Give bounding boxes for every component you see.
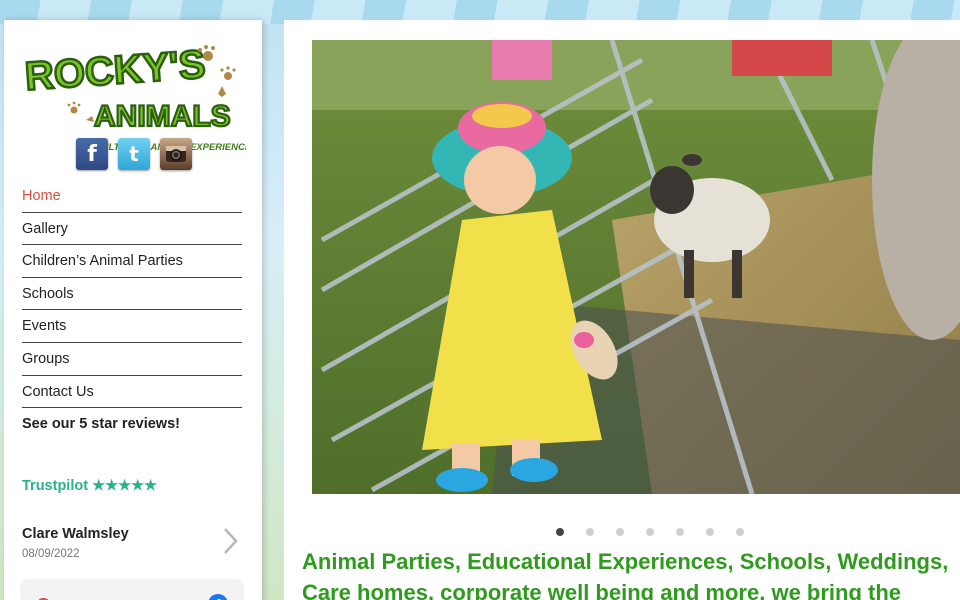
nav-item-events[interactable]: Events [22, 310, 242, 343]
reviews-link[interactable]: See our 5 star reviews! [22, 408, 242, 440]
sidebar: ROCKY'S ANIMALS THE ULTIMATE ANIMAL EXPE… [4, 20, 262, 600]
hero-photo [312, 40, 960, 494]
nav-item-home[interactable]: Home [22, 180, 242, 213]
slider-dot[interactable] [556, 528, 564, 536]
facebook-icon[interactable]: f [76, 138, 108, 170]
review-date: 08/09/2022 [22, 548, 80, 560]
hero-slider-image[interactable] [312, 40, 960, 494]
nav-item-childrens-animal-parties[interactable]: Children’s Animal Parties [22, 245, 242, 278]
slider-dot[interactable] [676, 528, 684, 536]
page-headline: Animal Parties, Educational Experiences,… [302, 549, 949, 600]
main-content: Animal Parties, Educational Experiences,… [284, 20, 960, 600]
slider-dot[interactable] [736, 528, 744, 536]
nav-item-groups[interactable]: Groups [22, 343, 242, 376]
nav-item-contact-us[interactable]: Contact Us [22, 376, 242, 409]
twitter-icon[interactable]: t [118, 138, 150, 170]
nav-item-gallery[interactable]: Gallery [22, 213, 242, 246]
slider-dot[interactable] [706, 528, 714, 536]
slider-dot[interactable] [616, 528, 624, 536]
slider-pagination [556, 528, 744, 536]
trustpilot-rating[interactable]: Trustpilot ★★★★★ [22, 478, 157, 494]
logo-line1: ROCKY'S [24, 42, 207, 98]
instagram-icon[interactable] [160, 138, 192, 170]
review-card: Clare Walmsley 08/09/2022 [22, 526, 242, 560]
facebook-recommendation: ★ recommends f [22, 580, 242, 600]
nav-item-schools[interactable]: Schools [22, 278, 242, 311]
main-nav: Home Gallery Children’s Animal Parties S… [22, 180, 242, 440]
facebook-logo-icon: f [208, 594, 228, 600]
slider-dot[interactable] [646, 528, 654, 536]
chevron-right-icon[interactable] [220, 526, 240, 556]
social-links: f t [76, 138, 192, 170]
reviewer-name: Clare Walmsley [22, 526, 129, 542]
slider-dot[interactable] [586, 528, 594, 536]
logo-line2: ANIMALS [94, 100, 231, 133]
